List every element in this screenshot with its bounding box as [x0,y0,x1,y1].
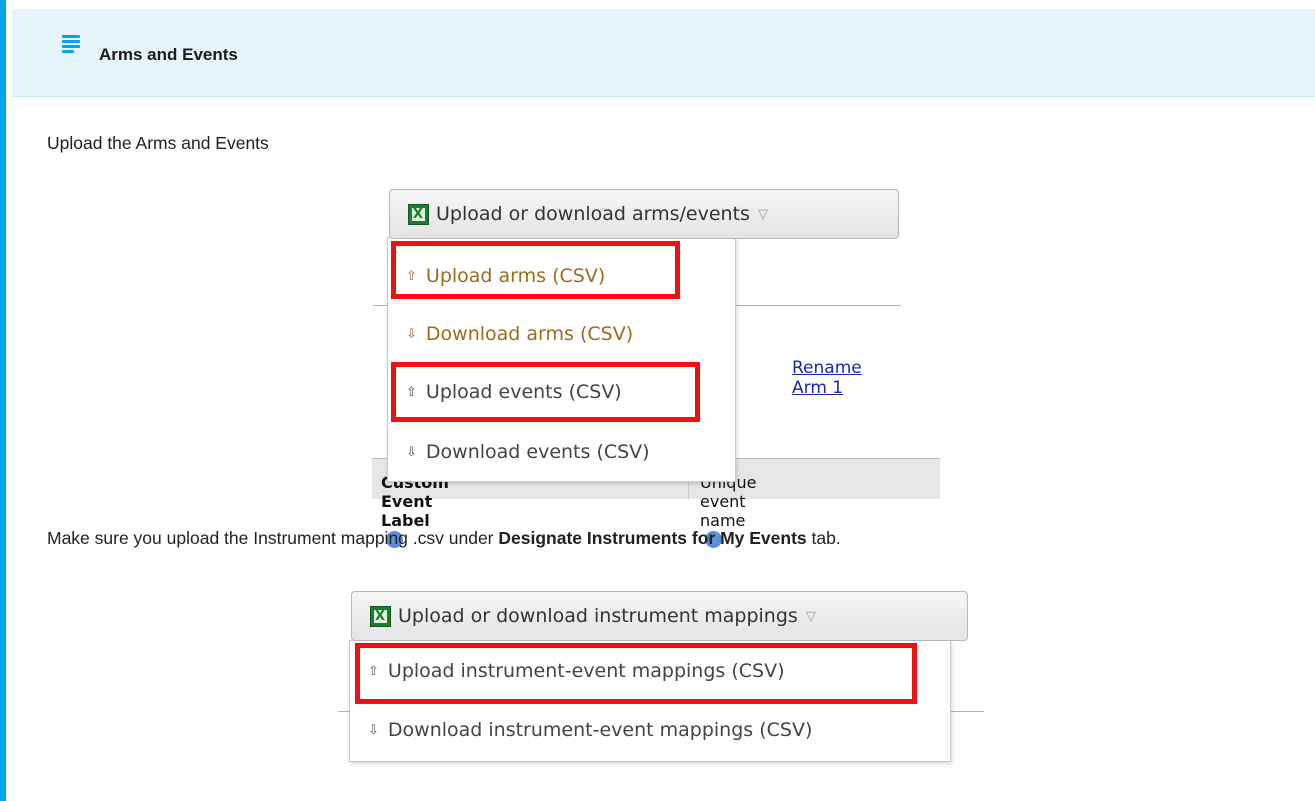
list-icon [62,35,82,53]
chevron-down-icon: ▽ [757,206,768,222]
menu-item-download-events[interactable]: ⇩ Download events (CSV) [388,428,650,476]
instruction-text-2: Make sure you upload the Instrument mapp… [47,528,841,548]
menu-item-download-arms[interactable]: ⇩ Download arms (CSV) [388,310,633,358]
instruction-text: Upload the Arms and Events [47,133,269,153]
excel-icon [370,605,391,627]
highlight-box [355,643,917,704]
down-arrow-icon: ⇩ [368,722,379,738]
down-arrow-icon: ⇩ [406,444,417,460]
rename-arm-link[interactable]: Rename Arm 1 [792,358,862,398]
down-arrow-icon: ⇩ [406,326,417,342]
menu-item-download-mappings[interactable]: ⇩ Download instrument-event mappings (CS… [350,706,812,754]
upload-download-instrument-mappings-button[interactable]: Upload or download instrument mappings ▽ [351,591,968,641]
admonition-title: Arms and Events [99,45,238,64]
upload-download-arms-events-button[interactable]: Upload or download arms/events ▽ [389,189,899,239]
highlight-box [391,362,700,422]
chevron-down-icon: ▽ [805,608,816,624]
admonition-header: Arms and Events [12,9,1315,97]
excel-icon [408,203,429,225]
highlight-box [391,241,680,299]
